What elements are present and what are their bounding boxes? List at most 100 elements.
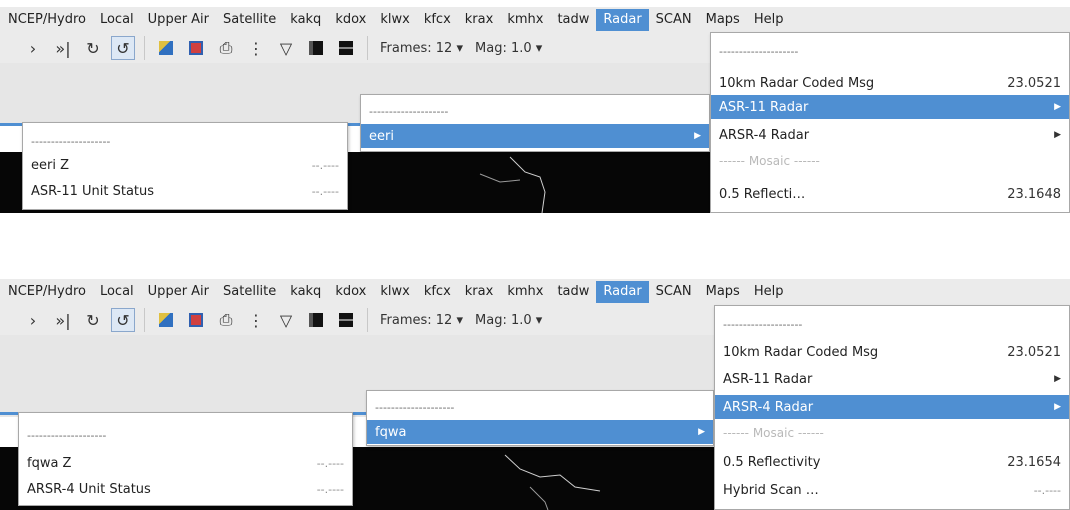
submenu-arrow-icon: ▶ [1054,102,1061,112]
menu-item-label: ARSR-4 Radar [723,399,814,415]
menu-item-label: ASR-11 Unit Status [31,183,155,199]
points-icon[interactable]: ⋮ [241,36,271,60]
menu-scan[interactable]: SCAN [649,9,699,31]
menu-satellite[interactable]: Satellite [216,9,283,31]
separator-dashes: ------ [719,154,745,168]
image-icon[interactable] [181,308,211,332]
rock-icon[interactable]: ↺ [111,36,135,60]
menu-kmhx[interactable]: kmhx [500,281,550,303]
menu-item-arsr4-radar[interactable]: ARSR-4 Radar ▶ [711,123,1069,147]
frames-dropdown[interactable]: Frames: 12 ▾ [374,41,469,56]
menu-ncep-hydro[interactable]: NCEP/Hydro [0,281,93,303]
menu-item-value: --.---- [311,158,339,172]
menu-maps[interactable]: Maps [699,281,747,303]
menu-item-unit-status[interactable]: ASR-11 Unit Status --.---- [23,179,347,203]
forward-icon[interactable]: › [18,308,48,332]
menu-help[interactable]: Help [747,281,791,303]
menu-kakq[interactable]: kakq [283,281,328,303]
menu-krax[interactable]: krax [458,9,501,31]
chevron-down-icon: ▾ [456,312,464,328]
menu-kakq[interactable]: kakq [283,9,328,31]
menu-item-fqwa-z[interactable]: fqwa Z --.---- [19,451,352,475]
menu-item-value: 23.1648 [1007,186,1061,202]
menu-item-arsr4-radar[interactable]: ARSR-4 Radar ▶ [715,395,1069,419]
radar-site-submenu: -------------------- fqwa ▶ [366,390,714,446]
menu-klwx[interactable]: klwx [373,281,416,303]
clear-icon[interactable] [151,308,181,332]
menu-item-eeri[interactable]: eeri ▶ [361,124,709,148]
loop-icon[interactable]: ↻ [78,308,108,332]
menu-radar[interactable]: Radar [596,281,649,303]
forward-icon[interactable]: › [18,36,48,60]
menu-item-reflectivity[interactable]: 0.5 Reflecti… 23.1648 [711,182,1069,206]
points-icon[interactable]: ⋮ [241,308,271,332]
tearoff-line[interactable]: -------------------- [715,312,1069,336]
chevron-down-icon: ▾ [535,40,543,56]
tearoff-line[interactable]: -------------------- [367,395,713,419]
tearoff-line[interactable]: -------------------- [23,129,347,153]
menu-item-label: 10km Radar Coded Msg [723,344,879,360]
menu-item-hybrid-scan[interactable]: Hybrid Scan … --.---- [715,478,1069,502]
menu-klwx[interactable]: klwx [373,9,416,31]
menu-item-10km-radar[interactable]: 10km Radar Coded Msg 23.0521 [715,340,1069,364]
menu-satellite[interactable]: Satellite [216,281,283,303]
menu-item-fqwa[interactable]: fqwa ▶ [367,420,713,444]
last-frame-icon[interactable]: »| [48,36,78,60]
baselines-icon[interactable]: ▽ [271,308,301,332]
print-icon[interactable]: ⎙ [211,36,241,60]
menubar: NCEP/Hydro Local Upper Air Satellite kak… [0,7,1070,33]
menu-help[interactable]: Help [747,9,791,31]
panel-4-icon[interactable] [331,36,361,60]
loop-icon[interactable]: ↻ [78,36,108,60]
separator-dashes: ------ [723,426,749,440]
tearoff-line[interactable]: -------------------- [361,99,709,123]
mag-label: Mag: 1.0 [475,312,532,328]
tearoff-line[interactable]: -------------------- [711,39,1069,63]
menu-kdox[interactable]: kdox [328,281,373,303]
menu-item-value: 23.0521 [1007,75,1061,91]
last-frame-icon[interactable]: »| [48,308,78,332]
menu-tadw[interactable]: tadw [550,9,596,31]
menu-upper-air[interactable]: Upper Air [141,281,216,303]
chevron-down-icon: ▾ [456,40,464,56]
menu-item-asr11-radar[interactable]: ASR-11 Radar ▶ [711,95,1069,119]
menu-kfcx[interactable]: kfcx [417,281,458,303]
panel-1-icon[interactable] [301,308,331,332]
menu-upper-air[interactable]: Upper Air [141,9,216,31]
frames-dropdown[interactable]: Frames: 12 ▾ [374,313,469,328]
tearoff-dashes: -------------------- [375,400,455,414]
screenshot-bottom: NCEP/Hydro Local Upper Air Satellite kak… [0,272,1070,510]
menu-local[interactable]: Local [93,281,141,303]
menu-tadw[interactable]: tadw [550,281,596,303]
panel-1-icon[interactable] [301,36,331,60]
menu-item-eeri-z[interactable]: eeri Z --.---- [23,153,347,177]
mag-dropdown[interactable]: Mag: 1.0 ▾ [469,41,548,56]
menu-item-asr11-radar[interactable]: ASR-11 Radar ▶ [715,367,1069,391]
menu-item-label: eeri Z [31,157,69,173]
menu-item-unit-status[interactable]: ARSR-4 Unit Status --.---- [19,477,352,501]
frames-label: Frames: 12 [380,312,453,328]
menu-maps[interactable]: Maps [699,9,747,31]
menu-krax[interactable]: krax [458,281,501,303]
print-icon[interactable]: ⎙ [211,308,241,332]
menu-item-value: 23.0521 [1007,344,1061,360]
rock-icon[interactable]: ↺ [111,308,135,332]
menu-scan[interactable]: SCAN [649,281,699,303]
clear-icon[interactable] [151,36,181,60]
menu-ncep-hydro[interactable]: NCEP/Hydro [0,9,93,31]
panel-4-icon[interactable] [331,308,361,332]
menu-radar[interactable]: Radar [596,9,649,31]
mag-dropdown[interactable]: Mag: 1.0 ▾ [469,313,548,328]
menu-kmhx[interactable]: kmhx [500,9,550,31]
submenu-arrow-icon: ▶ [1054,374,1061,384]
menu-kdox[interactable]: kdox [328,9,373,31]
tearoff-line[interactable]: -------------------- [19,423,352,447]
menu-local[interactable]: Local [93,9,141,31]
tearoff-dashes: -------------------- [719,44,799,58]
toolbar-separator [367,36,368,60]
menu-item-reflectivity[interactable]: 0.5 Reflectivity 23.1654 [715,450,1069,474]
baselines-icon[interactable]: ▽ [271,36,301,60]
image-icon[interactable] [181,36,211,60]
menu-kfcx[interactable]: kfcx [417,9,458,31]
menu-item-10km-radar[interactable]: 10km Radar Coded Msg 23.0521 [711,71,1069,95]
